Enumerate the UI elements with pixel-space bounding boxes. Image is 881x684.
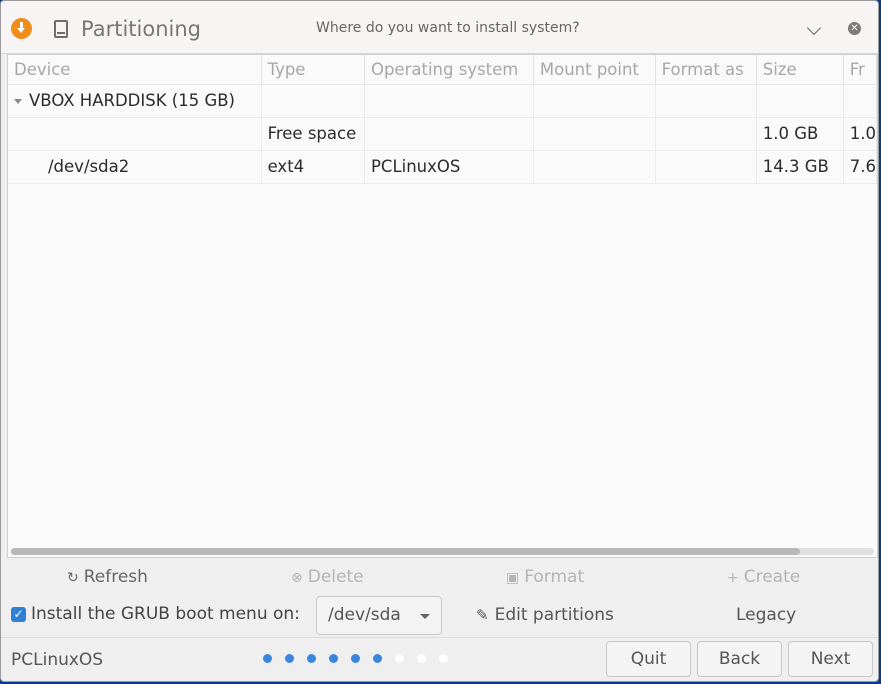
device-cell: VBOX HARDDISK (15 GB) bbox=[8, 84, 262, 118]
free-cell bbox=[843, 84, 878, 118]
edit-partitions-button[interactable]: ✎ Edit partitions bbox=[476, 605, 614, 625]
close-icon[interactable]: ✕ bbox=[848, 22, 861, 35]
window-subtitle: Where do you want to install system? bbox=[316, 20, 580, 36]
column-header-type[interactable]: Type bbox=[261, 55, 365, 85]
plus-icon: + bbox=[727, 570, 739, 586]
type-cell: ext4 bbox=[261, 150, 365, 184]
create-button[interactable]: + Create bbox=[727, 567, 800, 587]
delete-button[interactable]: ⊗ Delete bbox=[291, 567, 364, 587]
table-row[interactable]: VBOX HARDDISK (15 GB) bbox=[8, 84, 878, 118]
back-button[interactable]: Back bbox=[697, 641, 782, 677]
dropdown-arrow-icon bbox=[420, 614, 430, 619]
hard-disk-icon bbox=[54, 20, 68, 38]
delete-icon: ⊗ bbox=[291, 570, 303, 586]
partition-table: Device Type Operating system Mount point… bbox=[8, 55, 878, 184]
size-cell: 1.0 GB bbox=[756, 117, 844, 151]
create-label: Create bbox=[743, 567, 801, 587]
progress-dot bbox=[329, 654, 338, 663]
grub-checkbox[interactable]: ✓ bbox=[11, 607, 26, 622]
progress-dot bbox=[307, 654, 316, 663]
refresh-button[interactable]: ↻ Refresh bbox=[67, 567, 148, 587]
column-header-mount[interactable]: Mount point bbox=[533, 55, 656, 85]
table-row[interactable]: /dev/sda2 ext4 PCLinuxOS 14.3 GB 7.6 bbox=[8, 150, 878, 184]
size-cell: 14.3 GB bbox=[756, 150, 844, 184]
mount-cell bbox=[533, 150, 656, 184]
boot-mode-label: Legacy bbox=[736, 605, 797, 625]
progress-dot bbox=[263, 654, 272, 663]
format-label: Format bbox=[524, 567, 585, 587]
table-header-row: Device Type Operating system Mount point… bbox=[8, 55, 878, 85]
partition-table-panel: Device Type Operating system Mount point… bbox=[7, 54, 878, 558]
progress-dot bbox=[351, 654, 360, 663]
progress-dot bbox=[395, 654, 404, 663]
next-button[interactable]: Next bbox=[788, 641, 873, 677]
title-bar: Partitioning Where do you want to instal… bbox=[1, 1, 878, 54]
format-cell bbox=[655, 150, 757, 184]
refresh-label: Refresh bbox=[83, 567, 148, 587]
edit-partitions-label: Edit partitions bbox=[494, 605, 614, 625]
format-button[interactable]: ▣ Format bbox=[506, 567, 584, 587]
delete-label: Delete bbox=[307, 567, 364, 587]
device-cell: /dev/sda2 bbox=[8, 150, 262, 184]
os-cell bbox=[364, 84, 534, 118]
format-cell bbox=[655, 117, 757, 151]
grub-device-select[interactable]: /dev/sda bbox=[316, 596, 442, 635]
progress-dot bbox=[417, 654, 426, 663]
progress-dot bbox=[439, 654, 448, 663]
expander-arrow-icon[interactable] bbox=[14, 99, 22, 104]
column-header-os[interactable]: Operating system bbox=[364, 55, 534, 85]
device-cell bbox=[8, 117, 262, 151]
grub-device-value: /dev/sda bbox=[328, 605, 401, 625]
scrollbar-thumb[interactable] bbox=[11, 548, 800, 555]
installer-download-icon bbox=[11, 18, 32, 39]
free-cell: 7.6 bbox=[843, 150, 878, 184]
progress-dot bbox=[285, 654, 294, 663]
chevron-down-icon[interactable] bbox=[806, 20, 822, 36]
horizontal-scrollbar[interactable] bbox=[11, 548, 874, 555]
column-header-format[interactable]: Format as bbox=[655, 55, 757, 85]
quit-button[interactable]: Quit bbox=[606, 641, 691, 677]
format-cell bbox=[655, 84, 757, 118]
table-row[interactable]: Free space 1.0 GB 1.0 bbox=[8, 117, 878, 151]
disk-name: VBOX HARDDISK (15 GB) bbox=[29, 91, 235, 110]
distro-name: PCLinuxOS bbox=[11, 650, 104, 670]
footer-divider bbox=[1, 637, 878, 638]
column-header-free[interactable]: Fr bbox=[843, 55, 878, 85]
size-cell bbox=[756, 84, 844, 118]
window-title: Partitioning bbox=[81, 17, 201, 41]
column-header-device[interactable]: Device bbox=[8, 55, 262, 85]
free-cell: 1.0 bbox=[843, 117, 878, 151]
type-cell: Free space bbox=[261, 117, 365, 151]
type-cell bbox=[261, 84, 365, 118]
mount-cell bbox=[533, 117, 656, 151]
installer-window: Partitioning Where do you want to instal… bbox=[0, 0, 879, 682]
progress-dot bbox=[373, 654, 382, 663]
column-header-size[interactable]: Size bbox=[756, 55, 844, 85]
pencil-icon: ✎ bbox=[476, 606, 489, 624]
os-cell: PCLinuxOS bbox=[364, 150, 534, 184]
format-icon: ▣ bbox=[506, 570, 520, 586]
mount-cell bbox=[533, 84, 656, 118]
refresh-icon: ↻ bbox=[67, 570, 79, 586]
grub-label[interactable]: Install the GRUB boot menu on: bbox=[31, 604, 300, 624]
os-cell bbox=[364, 117, 534, 151]
